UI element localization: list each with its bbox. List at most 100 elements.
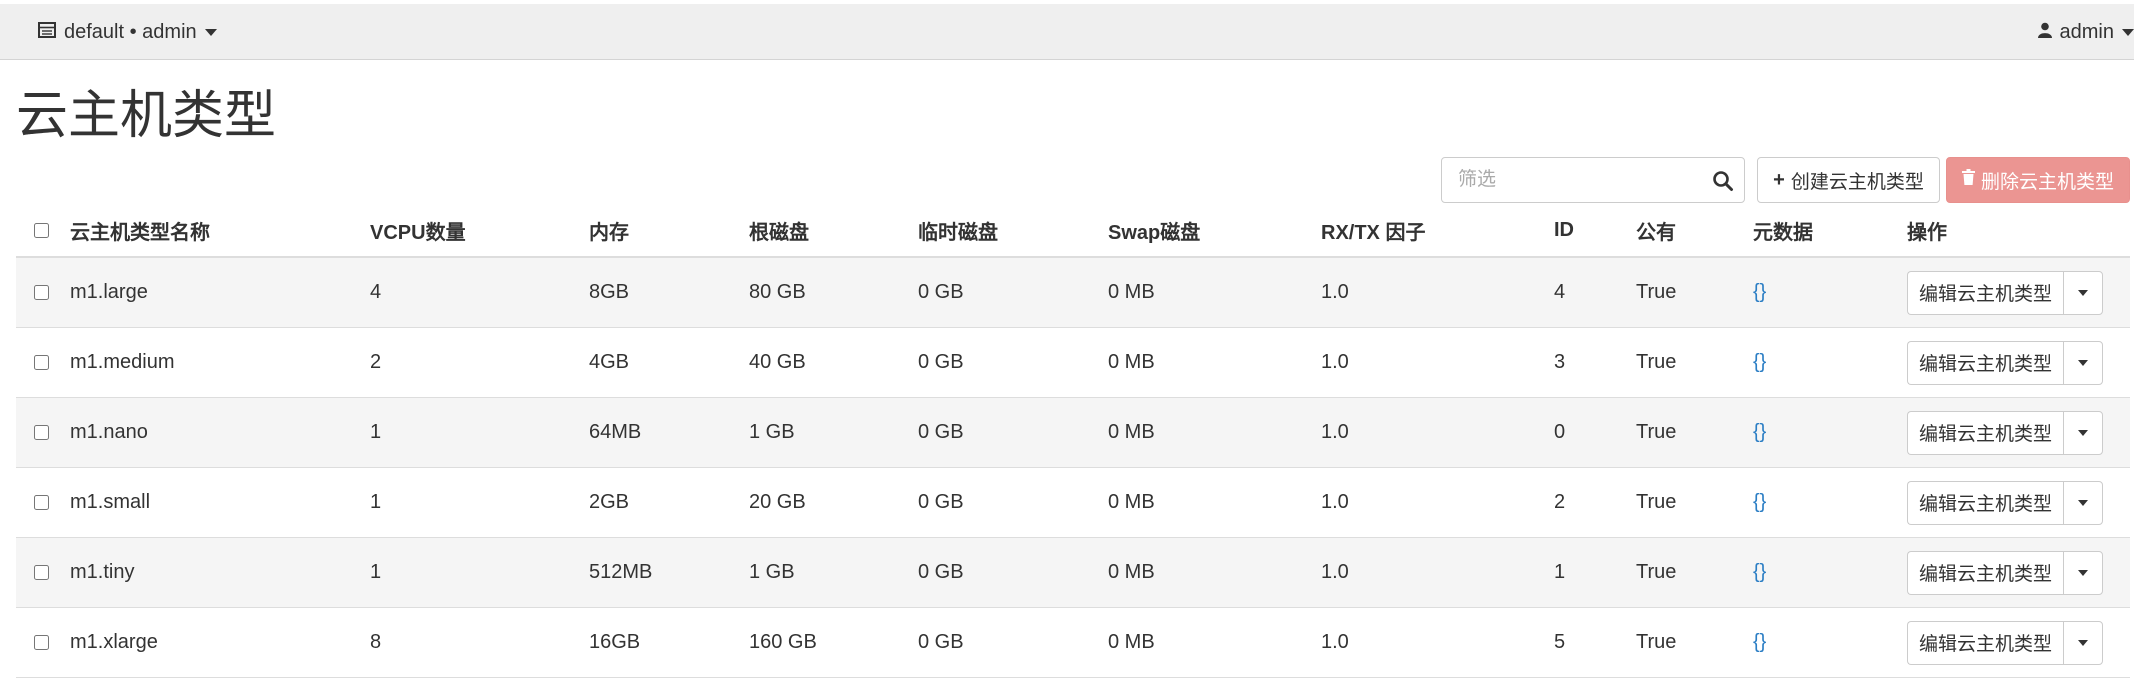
cell-public: True <box>1636 397 1753 468</box>
cell-vcpus: 1 <box>370 397 589 468</box>
row-checkbox[interactable] <box>34 495 49 510</box>
search-icon[interactable] <box>1712 170 1734 192</box>
cell-public: True <box>1636 607 1753 678</box>
row-checkbox[interactable] <box>34 565 49 580</box>
header-public[interactable]: 公有 <box>1636 205 1753 258</box>
cell-ephemeral: 0 GB <box>918 397 1108 468</box>
row-actions-dropdown[interactable] <box>2063 480 2103 525</box>
cell-swap: 0 MB <box>1108 537 1321 608</box>
cell-swap: 0 MB <box>1108 257 1321 328</box>
header-swap[interactable]: Swap磁盘 <box>1108 205 1321 258</box>
edit-flavor-button[interactable]: 编辑云主机类型 <box>1907 480 2063 525</box>
table-row: m1.xlarge 8 16GB 160 GB 0 GB 0 MB 1.0 5 … <box>16 607 2130 678</box>
chevron-down-icon <box>2122 28 2134 36</box>
cell-name: m1.tiny <box>70 537 370 608</box>
table-row: m1.large 4 8GB 80 GB 0 GB 0 MB 1.0 4 Tru… <box>16 257 2130 328</box>
cell-ram: 64MB <box>589 397 749 468</box>
cell-ephemeral: 0 GB <box>918 257 1108 328</box>
table-row: m1.nano 1 64MB 1 GB 0 GB 0 MB 1.0 0 True… <box>16 397 2130 468</box>
cell-vcpus: 1 <box>370 467 589 538</box>
cell-vcpus: 2 <box>370 327 589 398</box>
cell-swap: 0 MB <box>1108 327 1321 398</box>
row-checkbox[interactable] <box>34 285 49 300</box>
cell-root-disk: 1 GB <box>749 397 918 468</box>
create-flavor-button[interactable]: + 创建云主机类型 <box>1757 157 1940 203</box>
cell-rxtx: 1.0 <box>1321 257 1554 328</box>
page-title: 云主机类型 <box>16 87 277 145</box>
row-actions-dropdown[interactable] <box>2063 270 2103 315</box>
chevron-down-icon <box>204 28 217 36</box>
cell-vcpus: 1 <box>370 537 589 608</box>
edit-flavor-button[interactable]: 编辑云主机类型 <box>1907 550 2063 595</box>
cell-root-disk: 160 GB <box>749 607 918 678</box>
cell-id: 3 <box>1554 327 1636 398</box>
edit-flavor-button[interactable]: 编辑云主机类型 <box>1907 620 2063 665</box>
cell-name: m1.large <box>70 257 370 328</box>
header-ram[interactable]: 内存 <box>589 205 749 258</box>
select-all-checkbox[interactable] <box>34 223 49 238</box>
metadata-link[interactable]: {} <box>1753 281 1766 303</box>
row-action-group: 编辑云主机类型 <box>1907 410 2130 455</box>
cell-root-disk: 40 GB <box>749 327 918 398</box>
cell-rxtx: 1.0 <box>1321 607 1554 678</box>
cell-ephemeral: 0 GB <box>918 607 1108 678</box>
row-checkbox[interactable] <box>34 425 49 440</box>
metadata-link[interactable]: {} <box>1753 421 1766 443</box>
cell-root-disk: 80 GB <box>749 257 918 328</box>
cell-root-disk: 1 GB <box>749 537 918 608</box>
delete-flavors-label: 删除云主机类型 <box>1980 171 2114 193</box>
header-ephemeral[interactable]: 临时磁盘 <box>918 205 1108 258</box>
header-root-disk[interactable]: 根磁盘 <box>749 205 918 258</box>
cell-ephemeral: 0 GB <box>918 467 1108 538</box>
cell-ram: 2GB <box>589 467 749 538</box>
project-switcher[interactable]: default • admin <box>38 21 217 43</box>
create-flavor-label: 创建云主机类型 <box>1790 171 1924 193</box>
row-action-group: 编辑云主机类型 <box>1907 620 2130 665</box>
filter-input[interactable] <box>1442 158 1718 202</box>
row-actions-dropdown[interactable] <box>2063 620 2103 665</box>
cell-rxtx: 1.0 <box>1321 467 1554 538</box>
flavors-table: 云主机类型名称 VCPU数量 内存 根磁盘 临时磁盘 Swap磁盘 RX/TX … <box>16 205 2130 678</box>
cell-id: 5 <box>1554 607 1636 678</box>
plus-icon: + <box>1773 168 1785 191</box>
cell-root-disk: 20 GB <box>749 467 918 538</box>
table-header-row: 云主机类型名称 VCPU数量 内存 根磁盘 临时磁盘 Swap磁盘 RX/TX … <box>16 205 2130 258</box>
edit-flavor-button[interactable]: 编辑云主机类型 <box>1907 340 2063 385</box>
header-vcpus[interactable]: VCPU数量 <box>370 205 589 258</box>
metadata-link[interactable]: {} <box>1753 561 1766 583</box>
metadata-link[interactable]: {} <box>1753 491 1766 513</box>
cell-public: True <box>1636 467 1753 538</box>
top-navbar: default • admin admin <box>0 4 2134 60</box>
chevron-down-icon <box>2078 499 2088 506</box>
row-actions-dropdown[interactable] <box>2063 410 2103 455</box>
row-action-group: 编辑云主机类型 <box>1907 340 2130 385</box>
row-actions-dropdown[interactable] <box>2063 550 2103 595</box>
delete-flavors-button[interactable]: 删除云主机类型 <box>1946 157 2130 203</box>
cell-name: m1.xlarge <box>70 607 370 678</box>
cell-name: m1.nano <box>70 397 370 468</box>
header-name[interactable]: 云主机类型名称 <box>70 205 370 258</box>
cell-public: True <box>1636 327 1753 398</box>
edit-flavor-button[interactable]: 编辑云主机类型 <box>1907 410 2063 455</box>
cell-id: 4 <box>1554 257 1636 328</box>
cell-ephemeral: 0 GB <box>918 537 1108 608</box>
cell-ram: 16GB <box>589 607 749 678</box>
cell-rxtx: 1.0 <box>1321 537 1554 608</box>
chevron-down-icon <box>2078 359 2088 366</box>
table-list-icon <box>38 21 56 44</box>
header-id[interactable]: ID <box>1554 205 1636 258</box>
user-label: admin <box>2059 20 2114 43</box>
cell-name: m1.small <box>70 467 370 538</box>
user-icon <box>2037 21 2052 44</box>
cell-public: True <box>1636 257 1753 328</box>
row-checkbox[interactable] <box>34 635 49 650</box>
metadata-link[interactable]: {} <box>1753 351 1766 373</box>
header-rxtx[interactable]: RX/TX 因子 <box>1321 205 1554 258</box>
metadata-link[interactable]: {} <box>1753 631 1766 653</box>
row-action-group: 编辑云主机类型 <box>1907 480 2130 525</box>
user-menu[interactable]: admin <box>2037 20 2134 44</box>
row-checkbox[interactable] <box>34 355 49 370</box>
edit-flavor-button[interactable]: 编辑云主机类型 <box>1907 270 2063 315</box>
row-actions-dropdown[interactable] <box>2063 340 2103 385</box>
row-action-group: 编辑云主机类型 <box>1907 550 2130 595</box>
